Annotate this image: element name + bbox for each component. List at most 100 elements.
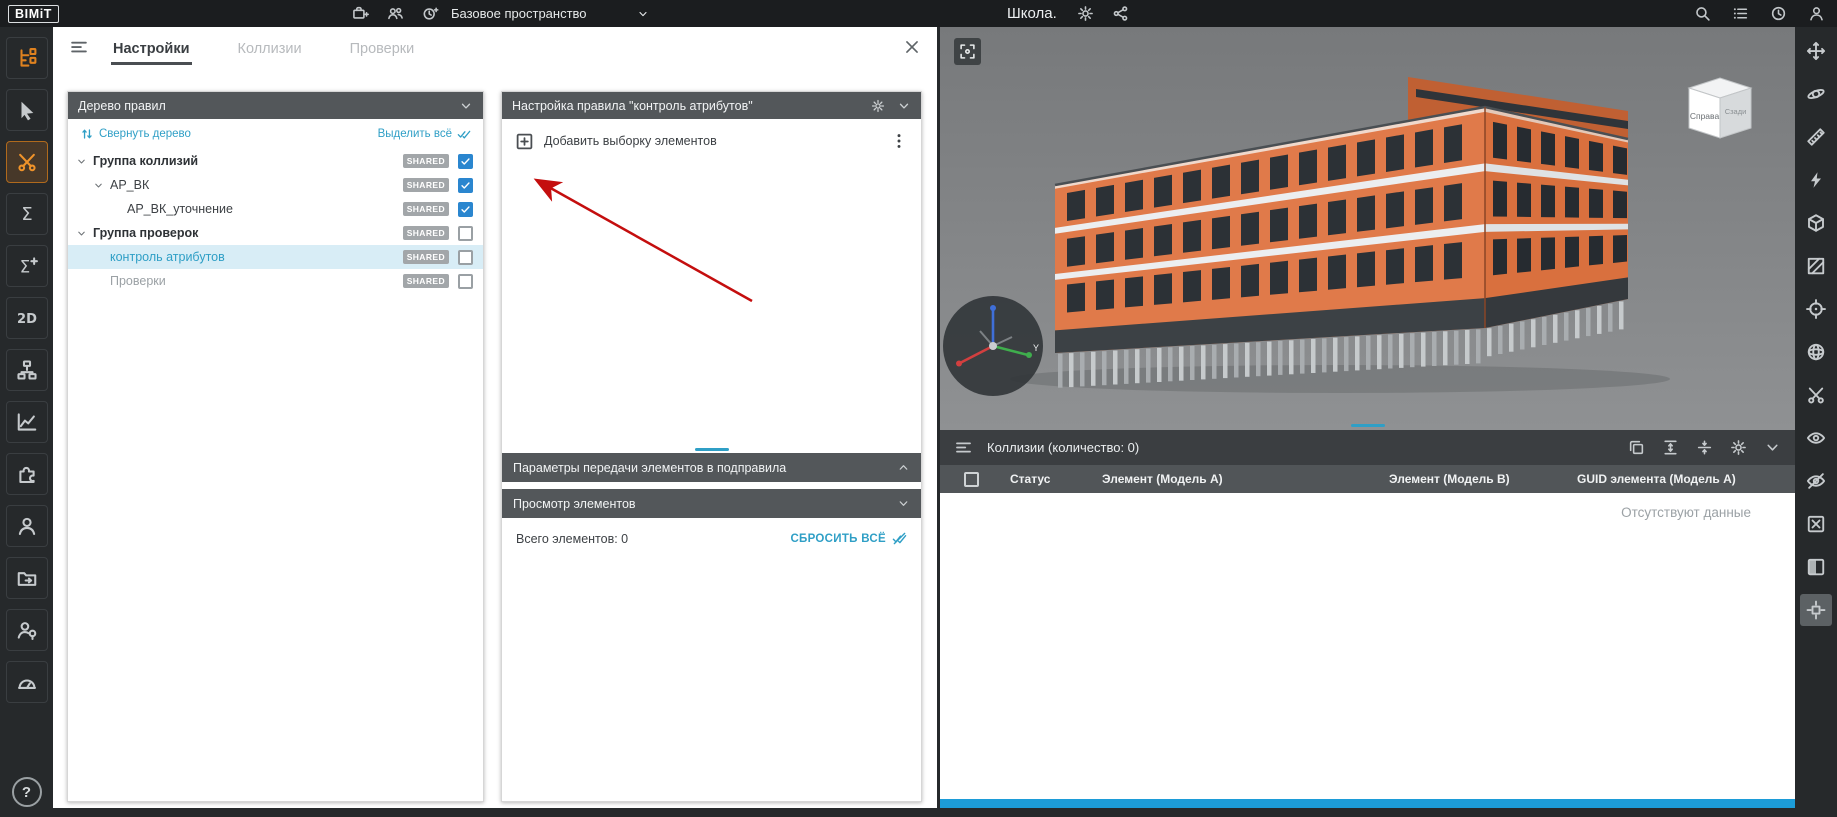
expander-spacer	[93, 274, 110, 288]
tree-row[interactable]: Группа проверокSHARED	[68, 221, 483, 245]
tree-item-checkbox[interactable]	[458, 202, 473, 217]
viewport-tool-section-box[interactable]	[1800, 207, 1832, 239]
tab-0[interactable]: Настройки	[111, 30, 192, 65]
cube-face-front-label[interactable]: Справа	[1690, 111, 1720, 121]
viewport-tool-box-x[interactable]	[1800, 508, 1832, 540]
tree-row[interactable]: АР_ВК_уточнениеSHARED	[68, 197, 483, 221]
profile-icon[interactable]	[1808, 5, 1825, 22]
axis-gizmo[interactable]: Y	[940, 293, 1046, 399]
history-icon[interactable]	[1770, 5, 1787, 22]
tool-graph[interactable]	[6, 401, 48, 443]
tree-row[interactable]: контроль атрибутовSHARED	[68, 245, 483, 269]
shared-badge: SHARED	[403, 178, 449, 192]
settings-gear-icon[interactable]	[1730, 439, 1747, 456]
tab-1[interactable]: Коллизии	[236, 30, 304, 65]
tree-row[interactable]: Группа коллизийSHARED	[68, 149, 483, 173]
tool-sum-plus[interactable]: Σ	[6, 245, 48, 287]
tool-shared-folder[interactable]	[6, 557, 48, 599]
viewport-tool-eye[interactable]	[1800, 422, 1832, 454]
workspace-selector[interactable]: Базовое пространство	[451, 6, 649, 21]
settings-gear-icon[interactable]	[871, 99, 885, 113]
viewport-splitter-handle[interactable]	[1351, 424, 1385, 427]
tree-row[interactable]: АР_ВКSHARED	[68, 173, 483, 197]
select-all-checkbox[interactable]	[964, 472, 979, 487]
settings-gear-icon[interactable]	[1077, 5, 1094, 22]
tree-row[interactable]: ПроверкиSHARED	[68, 269, 483, 293]
panel-menu-icon[interactable]	[69, 37, 89, 57]
chevron-down-icon[interactable]	[459, 99, 473, 113]
align-middle-icon[interactable]	[1696, 439, 1713, 456]
viewport-tool-pan[interactable]	[1800, 35, 1832, 67]
tool-select-cursor[interactable]	[6, 89, 48, 131]
viewport-tool-focus[interactable]	[1800, 293, 1832, 325]
viewport-tool-section-plane[interactable]	[1800, 250, 1832, 282]
splitter-handle[interactable]	[695, 448, 729, 451]
navigation-cube[interactable]: Справа Сзади	[1681, 74, 1759, 142]
app-logo[interactable]: BIMiT	[8, 5, 59, 23]
column-status[interactable]: Статус	[1002, 472, 1094, 486]
recent-icon[interactable]	[422, 5, 439, 22]
tool-clash-rules[interactable]	[6, 141, 48, 183]
team-icon[interactable]	[387, 5, 404, 22]
tree-panel-header[interactable]: Дерево правил	[68, 92, 483, 119]
tree-item-checkbox[interactable]	[458, 274, 473, 289]
project-title: Школа.	[1007, 5, 1057, 22]
collisions-menu-icon[interactable]	[954, 438, 973, 457]
panel-splitter[interactable]	[502, 446, 921, 453]
tab-2[interactable]: Проверки	[348, 30, 417, 65]
viewport-focus-button[interactable]	[954, 38, 981, 65]
viewport-tool-explode[interactable]	[1800, 594, 1832, 626]
viewport-tool-eye-off[interactable]	[1800, 465, 1832, 497]
list-icon[interactable]	[1732, 5, 1749, 22]
tree-item-checkbox[interactable]	[458, 178, 473, 193]
share-icon[interactable]	[1112, 5, 1129, 22]
tool-model-tree[interactable]	[6, 37, 48, 79]
column-guid-a[interactable]: GUID элемента (Модель A)	[1569, 472, 1795, 486]
kebab-menu-icon[interactable]	[890, 132, 908, 150]
column-element-a[interactable]: Элемент (Модель A)	[1094, 472, 1381, 486]
viewport-tool-scissors[interactable]	[1800, 379, 1832, 411]
tree-item-checkbox[interactable]	[458, 250, 473, 265]
chevron-up-icon[interactable]	[897, 461, 910, 474]
duplicate-icon[interactable]	[1628, 439, 1645, 456]
tool-dashboard[interactable]	[6, 661, 48, 703]
tool-user[interactable]	[6, 505, 48, 547]
tool-plugins[interactable]	[6, 453, 48, 495]
building-model[interactable]	[940, 27, 1795, 430]
add-selection-button[interactable]	[515, 132, 534, 151]
chevron-down-icon[interactable]	[897, 497, 910, 510]
tool-user-pin[interactable]	[6, 609, 48, 651]
expander-icon[interactable]	[93, 178, 110, 192]
search-icon[interactable]	[1694, 5, 1711, 22]
reset-all-button[interactable]: СБРОСИТЬ ВСЁ	[790, 531, 907, 546]
expander-icon[interactable]	[76, 226, 93, 240]
tool-sum[interactable]: Σ	[6, 193, 48, 235]
chevron-down-icon[interactable]	[897, 99, 911, 113]
cube-face-side-label[interactable]: Сзади	[1725, 107, 1747, 116]
viewport-3d[interactable]: Справа Сзади Y	[940, 27, 1795, 430]
close-panel-button[interactable]	[903, 38, 921, 56]
expander-icon[interactable]	[76, 154, 93, 168]
shared-badge: SHARED	[403, 202, 449, 216]
collapse-tree-link[interactable]: Свернуть дерево	[80, 127, 191, 141]
tool-structure[interactable]	[6, 349, 48, 391]
preview-section-header[interactable]: Просмотр элементов	[502, 489, 921, 518]
shared-badge: SHARED	[403, 154, 449, 168]
help-button[interactable]: ?	[12, 777, 42, 807]
viewport-tool-orbit[interactable]	[1800, 78, 1832, 110]
tree-item-checkbox[interactable]	[458, 154, 473, 169]
viewport-tool-sphere[interactable]	[1800, 336, 1832, 368]
viewport-tool-ruler[interactable]	[1800, 121, 1832, 153]
column-element-b[interactable]: Элемент (Модель B)	[1381, 472, 1569, 486]
add-project-icon[interactable]	[352, 5, 369, 22]
viewport-tool-transparency[interactable]	[1800, 551, 1832, 583]
collapse-panel-icon[interactable]	[1764, 439, 1781, 456]
sum-plus-icon: Σ	[16, 255, 38, 277]
rule-panel-header[interactable]: Настройка правила "контроль атрибутов"	[502, 92, 921, 119]
transfer-section-header[interactable]: Параметры передачи элементов в подправил…	[502, 453, 921, 482]
tree-item-checkbox[interactable]	[458, 226, 473, 241]
fit-height-icon[interactable]	[1662, 439, 1679, 456]
tool-view-2d[interactable]: 2D	[6, 297, 48, 339]
viewport-tool-bolt[interactable]	[1800, 164, 1832, 196]
select-all-link[interactable]: Выделить всё	[378, 127, 471, 141]
